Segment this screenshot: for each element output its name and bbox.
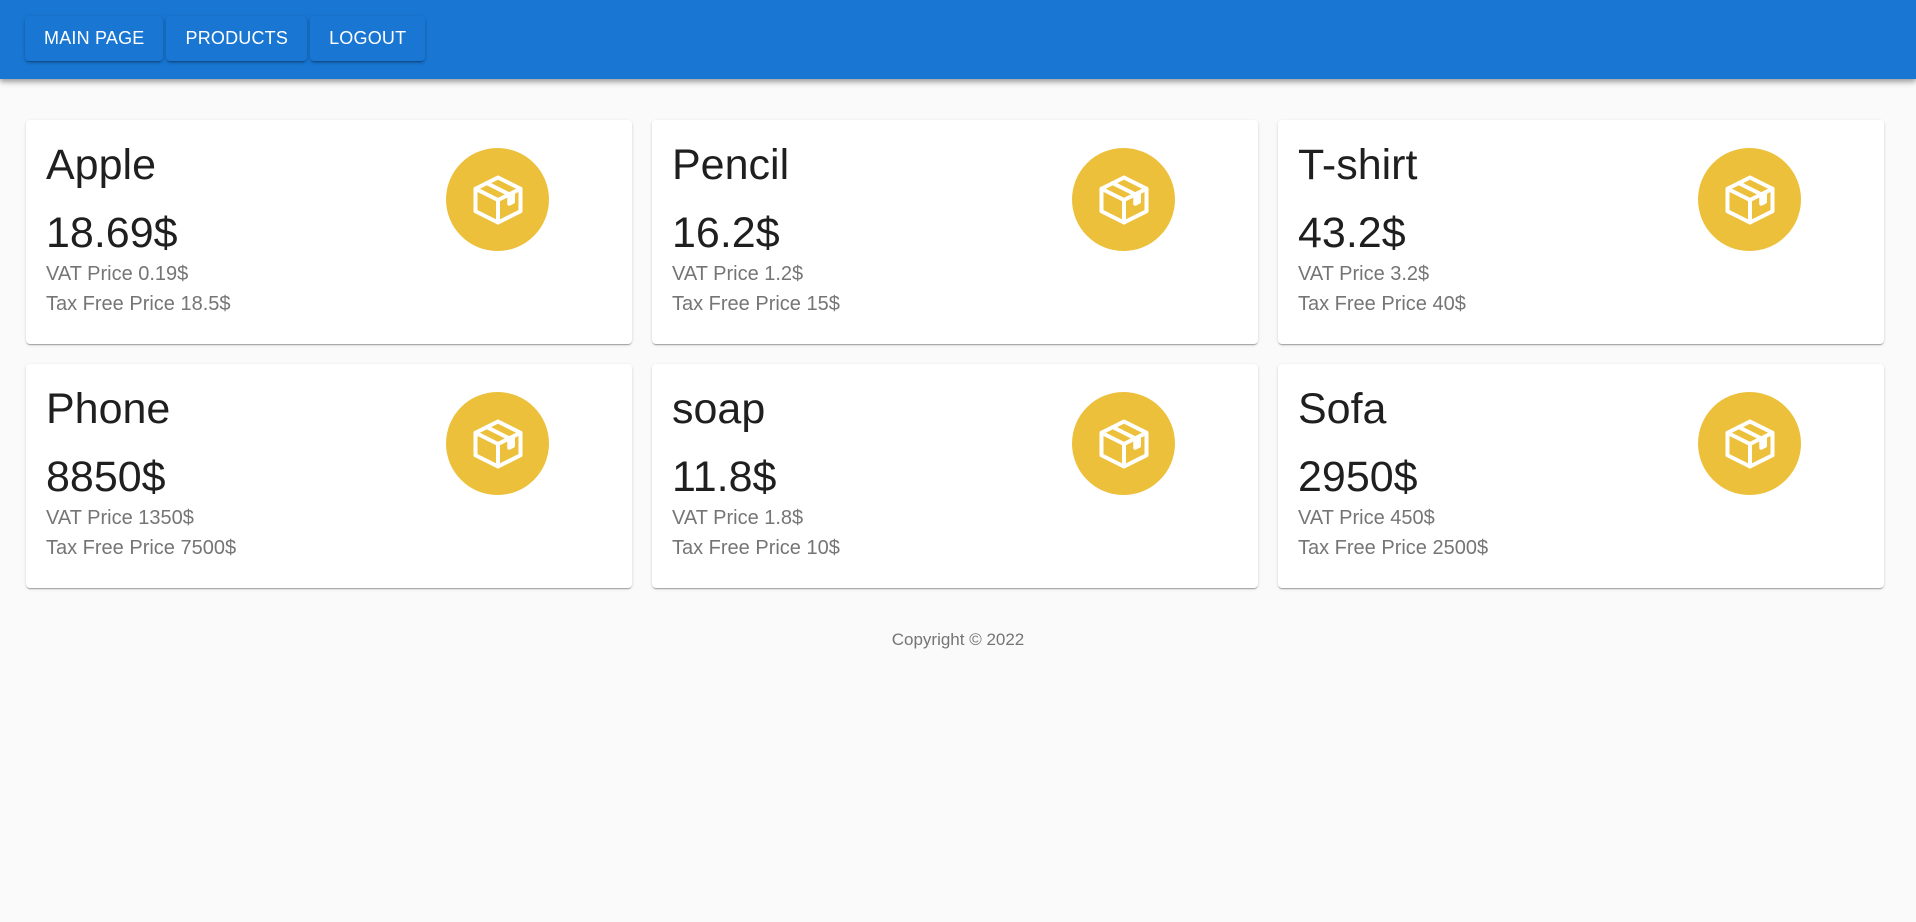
vat-price: VAT Price 1.2$ <box>672 263 804 285</box>
product-price: 2950$ <box>1298 453 1418 501</box>
main-page-button[interactable]: MAIN PAGE <box>25 16 164 61</box>
product-name: soap <box>672 385 766 433</box>
product-price: 16.2$ <box>672 209 780 257</box>
nav-bar: MAIN PAGE PRODUCTS LOGOUT <box>25 16 426 61</box>
tax-free-price: Tax Free Price 10$ <box>672 537 840 559</box>
product-price: 18.69$ <box>46 209 178 257</box>
product-price: 8850$ <box>46 453 166 501</box>
product-grid: Apple 18.69$ VAT Price 0.19$ Tax Free Pr… <box>26 120 1886 588</box>
product-card: soap 11.8$ VAT Price 1.8$ Tax Free Price… <box>652 364 1258 588</box>
product-name: T-shirt <box>1298 141 1418 189</box>
product-card: T-shirt 43.2$ VAT Price 3.2$ Tax Free Pr… <box>1278 120 1884 344</box>
vat-price: VAT Price 1350$ <box>46 507 194 529</box>
product-price: 11.8$ <box>672 453 777 501</box>
package-icon <box>446 148 549 251</box>
copyright-text: Copyright © 2022 <box>891 630 1025 649</box>
product-card: Apple 18.69$ VAT Price 0.19$ Tax Free Pr… <box>26 120 632 344</box>
vat-price: VAT Price 450$ <box>1298 507 1435 529</box>
tax-free-price: Tax Free Price 40$ <box>1298 293 1466 315</box>
tax-free-price: Tax Free Price 2500$ <box>1298 537 1489 559</box>
app-bar: MAIN PAGE PRODUCTS LOGOUT <box>0 0 1916 79</box>
vat-price: VAT Price 0.19$ <box>46 263 189 285</box>
package-icon <box>1072 148 1175 251</box>
vat-price: VAT Price 3.2$ <box>1298 263 1430 285</box>
package-icon <box>446 392 549 495</box>
tax-free-price: Tax Free Price 15$ <box>672 293 840 315</box>
tax-free-price: Tax Free Price 7500$ <box>46 537 237 559</box>
products-button[interactable]: PRODUCTS <box>166 16 308 61</box>
product-name: Apple <box>46 141 156 189</box>
vat-price: VAT Price 1.8$ <box>672 507 804 529</box>
product-name: Sofa <box>1298 385 1387 433</box>
product-card: Pencil 16.2$ VAT Price 1.2$ Tax Free Pri… <box>652 120 1258 344</box>
product-card: Phone 8850$ VAT Price 1350$ Tax Free Pri… <box>26 364 632 588</box>
package-icon <box>1698 392 1801 495</box>
package-icon <box>1072 392 1175 495</box>
tax-free-price: Tax Free Price 18.5$ <box>46 293 231 315</box>
package-icon <box>1698 148 1801 251</box>
product-price: 43.2$ <box>1298 209 1406 257</box>
logout-button[interactable]: LOGOUT <box>310 16 426 61</box>
product-name: Phone <box>46 385 171 433</box>
product-card: Sofa 2950$ VAT Price 450$ Tax Free Price… <box>1278 364 1884 588</box>
product-name: Pencil <box>672 141 790 189</box>
